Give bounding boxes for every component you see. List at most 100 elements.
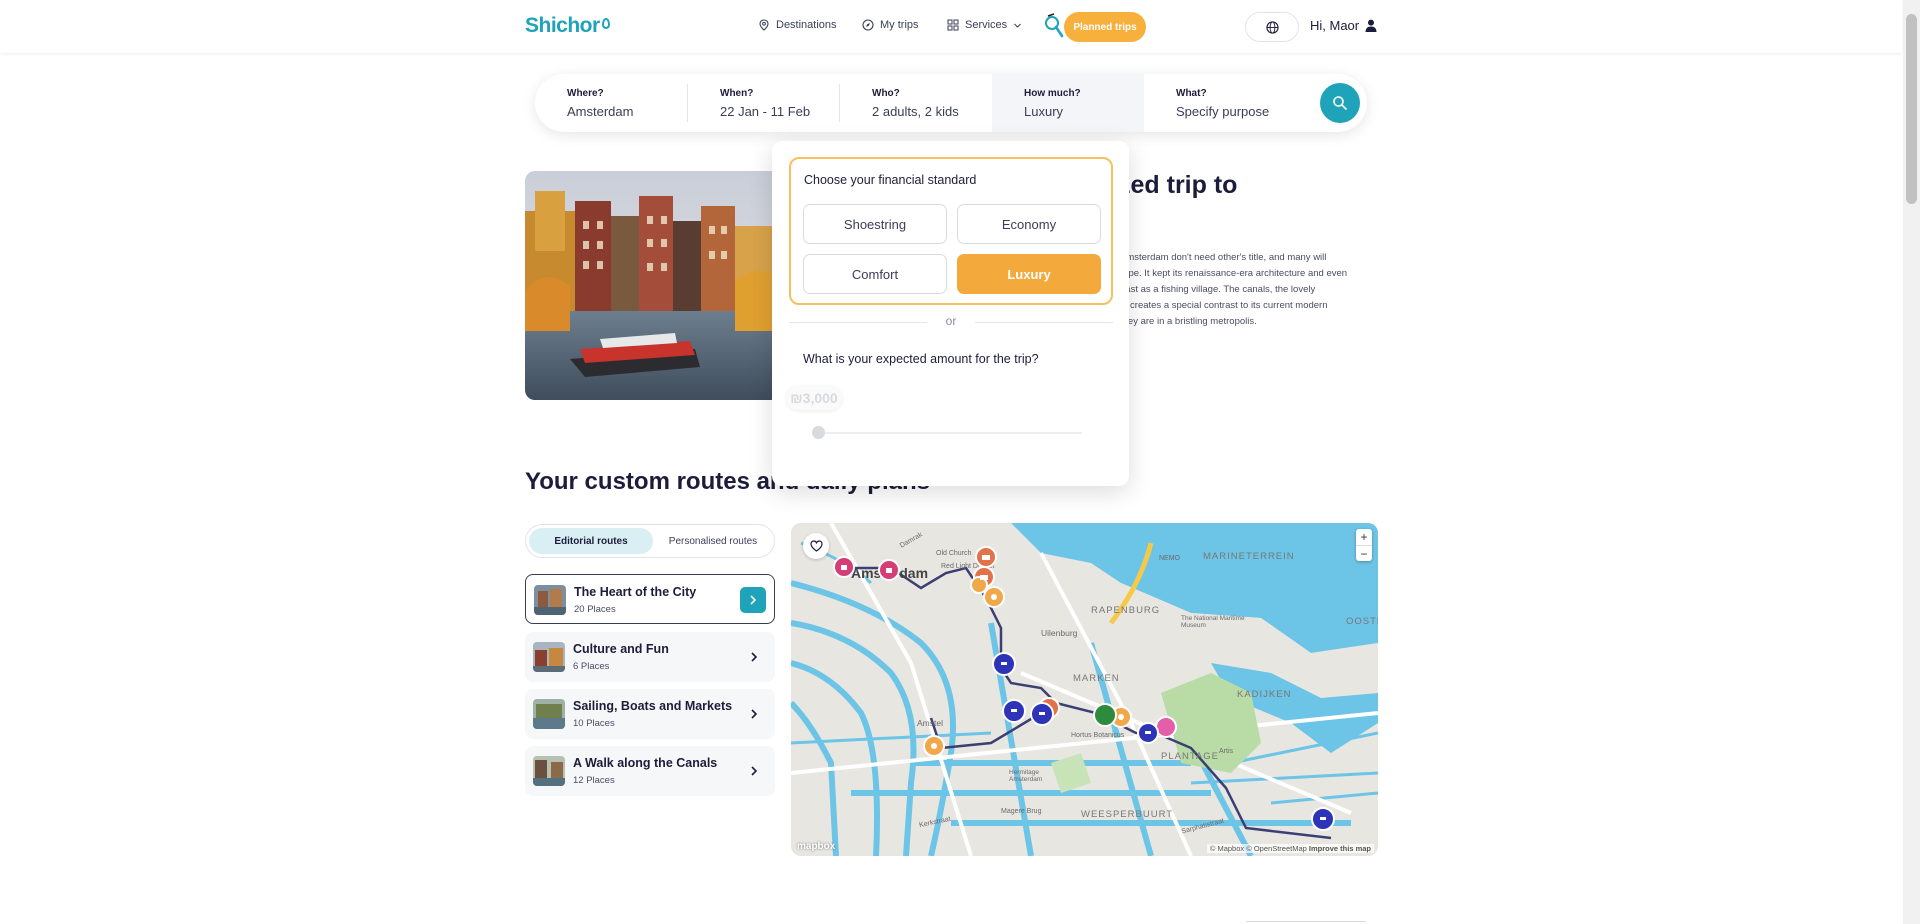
field-label: What? <box>1176 88 1207 99</box>
chevron-right-icon <box>750 595 757 605</box>
chevron-right-icon <box>751 652 758 662</box>
route-open-button[interactable] <box>741 644 767 670</box>
route-item[interactable]: The Heart of the City 20 Places <box>525 574 775 624</box>
where-field[interactable]: Where? Amsterdam <box>535 74 688 132</box>
chevron-right-icon <box>751 709 758 719</box>
language-button[interactable] <box>1245 12 1299 42</box>
route-name: Sailing, Boats and Markets <box>573 699 733 713</box>
search-button[interactable] <box>1320 83 1360 123</box>
hero-description: Amsterdam don't need other's title, and … <box>1120 250 1380 330</box>
who-field[interactable]: Who? 2 adults, 2 kids <box>840 74 992 132</box>
route-open-button[interactable] <box>741 758 767 784</box>
attribution-text: © Mapbox © OpenStreetMap <box>1209 844 1307 853</box>
divider-line <box>975 322 1113 323</box>
tab-editorial-routes[interactable]: Editorial routes <box>529 528 653 554</box>
nav-my-trips[interactable]: My trips <box>862 19 919 31</box>
what-field[interactable]: What? Specify purpose <box>1144 74 1324 132</box>
tab-personalised-routes[interactable]: Personalised routes <box>654 528 772 554</box>
map-markers <box>833 546 1335 831</box>
globe-icon <box>1265 20 1279 34</box>
route-thumbnail <box>534 585 566 615</box>
or-text: or <box>945 314 957 328</box>
zoom-control: + − <box>1356 529 1372 561</box>
route-count: 20 Places <box>574 604 616 615</box>
compass-icon <box>862 19 874 31</box>
option-luxury[interactable]: Luxury <box>957 254 1101 294</box>
nav-label: My trips <box>880 19 919 31</box>
financial-standard-dropdown: Choose your financial standard Shoestrin… <box>772 141 1129 486</box>
hero-text-line: past as a fishing village. The canals, t… <box>1120 284 1316 295</box>
option-economy[interactable]: Economy <box>957 204 1101 244</box>
route-open-button[interactable] <box>740 587 766 613</box>
route-item[interactable]: Sailing, Boats and Markets 10 Places <box>525 689 775 739</box>
amount-slider-handle[interactable] <box>812 426 825 439</box>
hero-title: zed trip to <box>1118 171 1238 199</box>
option-comfort[interactable]: Comfort <box>803 254 947 294</box>
nav-label: Destinations <box>776 19 837 31</box>
page-scrollbar[interactable] <box>1903 0 1920 924</box>
search-icon <box>1333 96 1347 110</box>
search-bar: Where? Amsterdam When? 22 Jan - 11 Feb W… <box>535 74 1367 132</box>
amount-slider[interactable] <box>818 432 1082 434</box>
drop-icon <box>601 17 610 29</box>
heart-icon <box>809 540 823 552</box>
planned-trips-button[interactable]: Planned trips <box>1040 12 1146 42</box>
hero-text-line: Amsterdam don't need other's title, and … <box>1120 252 1327 263</box>
route-count: 12 Places <box>573 775 615 786</box>
top-header: Shichor Destinations My trips Services P… <box>0 0 1902 53</box>
route-count: 10 Places <box>573 718 615 729</box>
amount-question: What is your expected amount for the tri… <box>803 352 1039 366</box>
field-label: When? <box>720 88 754 99</box>
nav-destinations[interactable]: Destinations <box>758 19 837 31</box>
when-field[interactable]: When? 22 Jan - 11 Feb <box>688 74 840 132</box>
save-route-button[interactable] <box>803 533 829 559</box>
mapbox-logo[interactable]: mapbox <box>797 841 835 852</box>
improve-map-link[interactable]: Improve this map <box>1309 844 1371 853</box>
pin-icon <box>759 19 769 31</box>
route-map[interactable]: Amsterdam MARINETERREIN RAPENBURG Uilenb… <box>791 523 1378 856</box>
destination-image <box>525 171 780 400</box>
route-item[interactable]: Culture and Fun 6 Places <box>525 632 775 682</box>
hero-text-line: rope. It kept its renaissance-era archit… <box>1120 268 1348 279</box>
greeting-text: Hi, Maor <box>1310 18 1360 33</box>
hero-text-line: ts creates a special contrast to its cur… <box>1120 300 1328 311</box>
route-item[interactable]: A Walk along the Canals 12 Places <box>525 746 775 796</box>
scrollbar-thumb[interactable] <box>1906 14 1917 204</box>
field-label: Who? <box>872 88 900 99</box>
route-tabs: Editorial routes Personalised routes <box>525 524 775 558</box>
field-value: 2 adults, 2 kids <box>872 104 959 119</box>
route-thumbnail <box>533 756 565 786</box>
nav-services[interactable]: Services <box>947 19 1022 31</box>
route-open-button[interactable] <box>741 701 767 727</box>
route-name: A Walk along the Canals <box>573 756 718 770</box>
route-count: 6 Places <box>573 661 610 672</box>
user-menu[interactable]: Hi, Maor <box>1310 18 1377 33</box>
zoom-out-button[interactable]: − <box>1356 545 1372 561</box>
route-thumbnail <box>533 699 565 729</box>
field-value: 22 Jan - 11 Feb <box>720 104 811 119</box>
amount-value: ₪3,000 <box>786 386 842 410</box>
field-value: Luxury <box>1024 104 1064 119</box>
chevron-right-icon <box>751 766 758 776</box>
financial-title: Choose your financial standard <box>804 173 977 187</box>
field-label: How much? <box>1024 88 1081 99</box>
logo[interactable]: Shichor <box>525 14 610 38</box>
hero-text-line: they are in a bristling metropolis. <box>1120 316 1257 327</box>
field-value: Amsterdam <box>567 104 634 119</box>
user-icon <box>1365 19 1377 32</box>
map-attribution[interactable]: © Mapbox © OpenStreetMap Improve this ma… <box>1206 844 1374 853</box>
grid-icon <box>947 19 959 31</box>
route-name: Culture and Fun <box>573 642 669 656</box>
how-much-field[interactable]: How much? Luxury <box>992 74 1144 132</box>
zoom-in-button[interactable]: + <box>1356 529 1372 545</box>
planned-trips-label: Planned trips <box>1064 12 1146 42</box>
route-thumbnail <box>533 642 565 672</box>
financial-standard-box: Choose your financial standard Shoestrin… <box>789 157 1113 305</box>
nav-label: Services <box>965 19 1008 31</box>
field-label: Where? <box>567 88 604 99</box>
or-divider: or <box>789 314 1113 330</box>
route-name: The Heart of the City <box>574 585 697 599</box>
chevron-down-icon <box>1014 23 1022 28</box>
option-shoestring[interactable]: Shoestring <box>803 204 947 244</box>
field-value: Specify purpose <box>1176 104 1270 119</box>
